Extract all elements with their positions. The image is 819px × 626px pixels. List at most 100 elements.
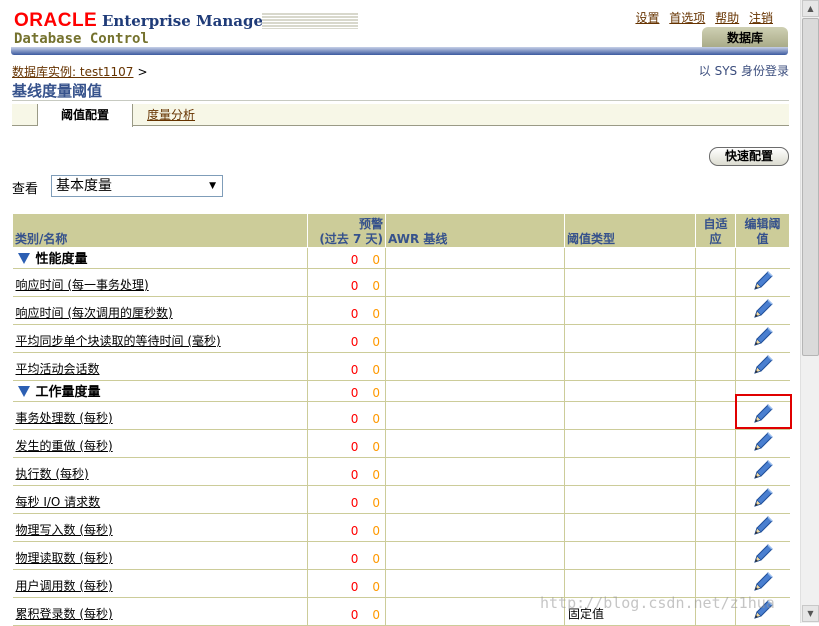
metric-name-link[interactable]: 平均同步单个块读取的等待时间 (毫秒) [16,334,221,348]
edit-pencil-icon[interactable] [751,516,775,538]
edit-cell [735,513,790,542]
table-row: 响应时间 (每一事务处理) 0 0 [12,268,790,297]
awr-baseline-cell [385,541,565,570]
scroll-down-icon[interactable]: ▼ [802,605,819,622]
awr-baseline-cell [385,247,565,269]
expand-triangle-icon[interactable] [17,386,30,397]
metric-name-link[interactable]: 每秒 I/O 请求数 [16,495,101,509]
scroll-thumb[interactable] [802,18,819,356]
metric-name-cell: 发生的重做 (每秒) [12,429,308,458]
edit-cell [735,457,790,486]
breadcrumb-instance-link[interactable]: 数据库实例: test1107 [12,65,133,79]
warning-cell: 00 [307,569,386,598]
awr-baseline-cell [385,296,565,325]
metrics-table: 类别/名称 预警 (过去 7 天) AWR 基线 阈值类型 自适应 编辑阈值 性能… [12,213,790,626]
critical-count: 0 [350,524,359,538]
edit-pencil-icon[interactable] [751,488,775,510]
adaptive-cell [695,324,736,353]
edit-pencil-icon[interactable] [751,544,775,566]
edit-pencil-icon[interactable] [751,572,775,594]
edit-cell [735,597,790,626]
group-name-cell[interactable]: 性能度量 [12,247,308,269]
edit-pencil-icon[interactable] [751,432,775,454]
adaptive-cell [695,541,736,570]
adaptive-cell [695,352,736,381]
adaptive-cell [695,247,736,269]
warning-count: 0 [372,386,380,400]
adaptive-cell [695,268,736,297]
edit-pencil-icon[interactable] [751,299,775,321]
metric-name-link[interactable]: 发生的重做 (每秒) [16,439,113,453]
threshold-type-cell [564,324,696,353]
metric-name-cell: 响应时间 (每次调用的厘秒数) [12,296,308,325]
metric-name-link[interactable]: 物理写入数 (每秒) [16,523,113,537]
adaptive-cell [695,513,736,542]
subtab-threshold-config[interactable]: 阈值配置 [38,104,133,127]
edit-pencil-icon[interactable] [751,600,775,622]
view-select[interactable]: 基本度量 ▼ [51,175,223,197]
setup-link[interactable]: 设置 [635,11,659,25]
awr-baseline-cell [385,569,565,598]
table-row: 执行数 (每秒) 0 0 [12,457,790,486]
adaptive-cell [695,429,736,458]
critical-count: 0 [350,386,359,400]
metric-name-link[interactable]: 累积登录数 (每秒) [16,607,113,621]
edit-pencil-icon[interactable] [751,460,775,482]
metric-name-cell: 事务处理数 (每秒) [12,401,308,430]
help-link[interactable]: 帮助 [715,11,739,25]
metric-name-cell: 用户调用数 (每秒) [12,569,308,598]
adaptive-cell [695,296,736,325]
adaptive-cell [695,380,736,402]
scroll-up-icon[interactable]: ▲ [802,0,819,17]
database-tab[interactable]: 数据库 [702,27,788,49]
warning-count: 0 [372,253,380,267]
subtab-metric-analysis[interactable]: 度量分析 [133,104,209,126]
preferences-link[interactable]: 首选项 [669,11,705,25]
warning-count: 0 [372,335,380,349]
database-control-logo: Database Control [14,31,149,47]
warning-cell: 00 [307,541,386,570]
warning-count: 0 [372,307,380,321]
warning-count: 0 [372,440,380,454]
metric-name-link[interactable]: 用户调用数 (每秒) [16,579,113,593]
expand-triangle-icon[interactable] [17,253,30,264]
adaptive-cell [695,485,736,514]
critical-count: 0 [350,363,359,377]
metric-name-cell: 平均同步单个块读取的等待时间 (毫秒) [12,324,308,353]
table-row: 用户调用数 (每秒) 0 0 [12,569,790,598]
metric-name-link[interactable]: 物理读取数 (每秒) [16,551,113,565]
threshold-type-cell [564,352,696,381]
header-name: 类别/名称 [12,213,308,248]
header-adaptive: 自适应 [695,213,736,248]
subtab-bar: 阈值配置 度量分析 [12,104,789,127]
vertical-scrollbar[interactable]: ▲ ▼ [800,0,819,623]
warning-cell: 00 [307,380,386,402]
warning-count: 0 [372,608,380,622]
edit-pencil-icon[interactable] [751,327,775,349]
awr-baseline-cell [385,485,565,514]
edit-pencil-icon[interactable] [751,404,775,426]
threshold-type-cell [564,569,696,598]
group-name-cell[interactable]: 工作量度量 [12,380,308,402]
critical-count: 0 [350,412,359,426]
edit-pencil-icon[interactable] [751,271,775,293]
quick-config-button[interactable]: 快速配置 [709,147,789,166]
metric-name-link[interactable]: 执行数 (每秒) [16,467,89,481]
metric-name-cell: 物理读取数 (每秒) [12,541,308,570]
threshold-type-cell [564,513,696,542]
view-label: 查看 [12,182,39,197]
logo-stripes-decoration [262,13,358,29]
metric-name-link[interactable]: 事务处理数 (每秒) [16,411,113,425]
header-threshold-type: 阈值类型 [564,213,696,248]
critical-count: 0 [350,307,359,321]
critical-count: 0 [350,335,359,349]
edit-cell [735,380,790,402]
warning-cell: 00 [307,268,386,297]
metric-name-link[interactable]: 响应时间 (每一事务处理) [16,278,149,292]
header-edit-threshold: 编辑阈值 [735,213,790,248]
logout-link[interactable]: 注销 [749,11,773,25]
edit-pencil-icon[interactable] [751,355,775,377]
metric-name-link[interactable]: 响应时间 (每次调用的厘秒数) [16,306,173,320]
metric-name-link[interactable]: 平均活动会话数 [16,362,100,376]
login-info: 以 SYS 身份登录 [698,64,789,78]
